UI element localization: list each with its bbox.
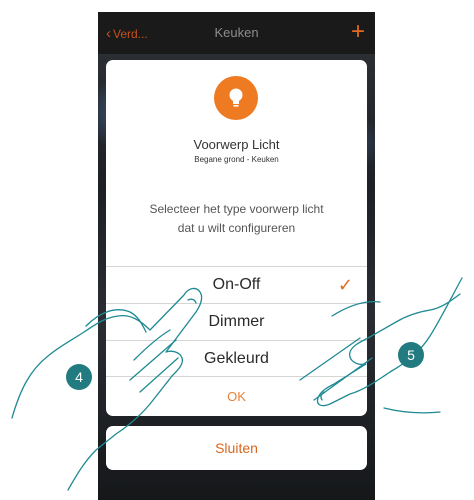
page-title: Keuken bbox=[214, 25, 259, 40]
option-dimmer[interactable]: Dimmer bbox=[106, 303, 367, 340]
step-badge-5: 5 bbox=[398, 342, 424, 368]
prompt-line: dat u wilt configureren bbox=[177, 221, 296, 235]
ok-button[interactable]: OK bbox=[106, 376, 367, 416]
phone-screen: ‹ Verd... Keuken + Voorwerp Licht Begane … bbox=[98, 12, 375, 500]
option-label: Dimmer bbox=[208, 313, 265, 330]
navigation-bar: ‹ Verd... Keuken + bbox=[98, 12, 375, 54]
lightbulb-icon bbox=[214, 76, 258, 120]
option-gekleurd[interactable]: Gekleurd bbox=[106, 340, 367, 377]
option-on-off[interactable]: On-Off ✓ bbox=[106, 266, 367, 303]
hand-right-finger bbox=[383, 407, 441, 414]
object-location: Begane grond - Keuken bbox=[194, 155, 279, 164]
dialog-prompt: Selecteer het type voorwerp licht dat u … bbox=[126, 200, 347, 238]
prompt-line: Selecteer het type voorwerp licht bbox=[149, 202, 324, 216]
object-type-dialog: Voorwerp Licht Begane grond - Keuken Sel… bbox=[106, 60, 367, 416]
option-label: Gekleurd bbox=[204, 350, 269, 367]
checkmark-icon: ✓ bbox=[337, 275, 353, 295]
close-button[interactable]: Sluiten bbox=[106, 426, 367, 470]
plus-icon[interactable]: + bbox=[351, 18, 365, 46]
step-badge-4: 4 bbox=[66, 364, 92, 390]
option-label: On-Off bbox=[212, 276, 261, 293]
object-title: Voorwerp Licht bbox=[193, 137, 280, 152]
